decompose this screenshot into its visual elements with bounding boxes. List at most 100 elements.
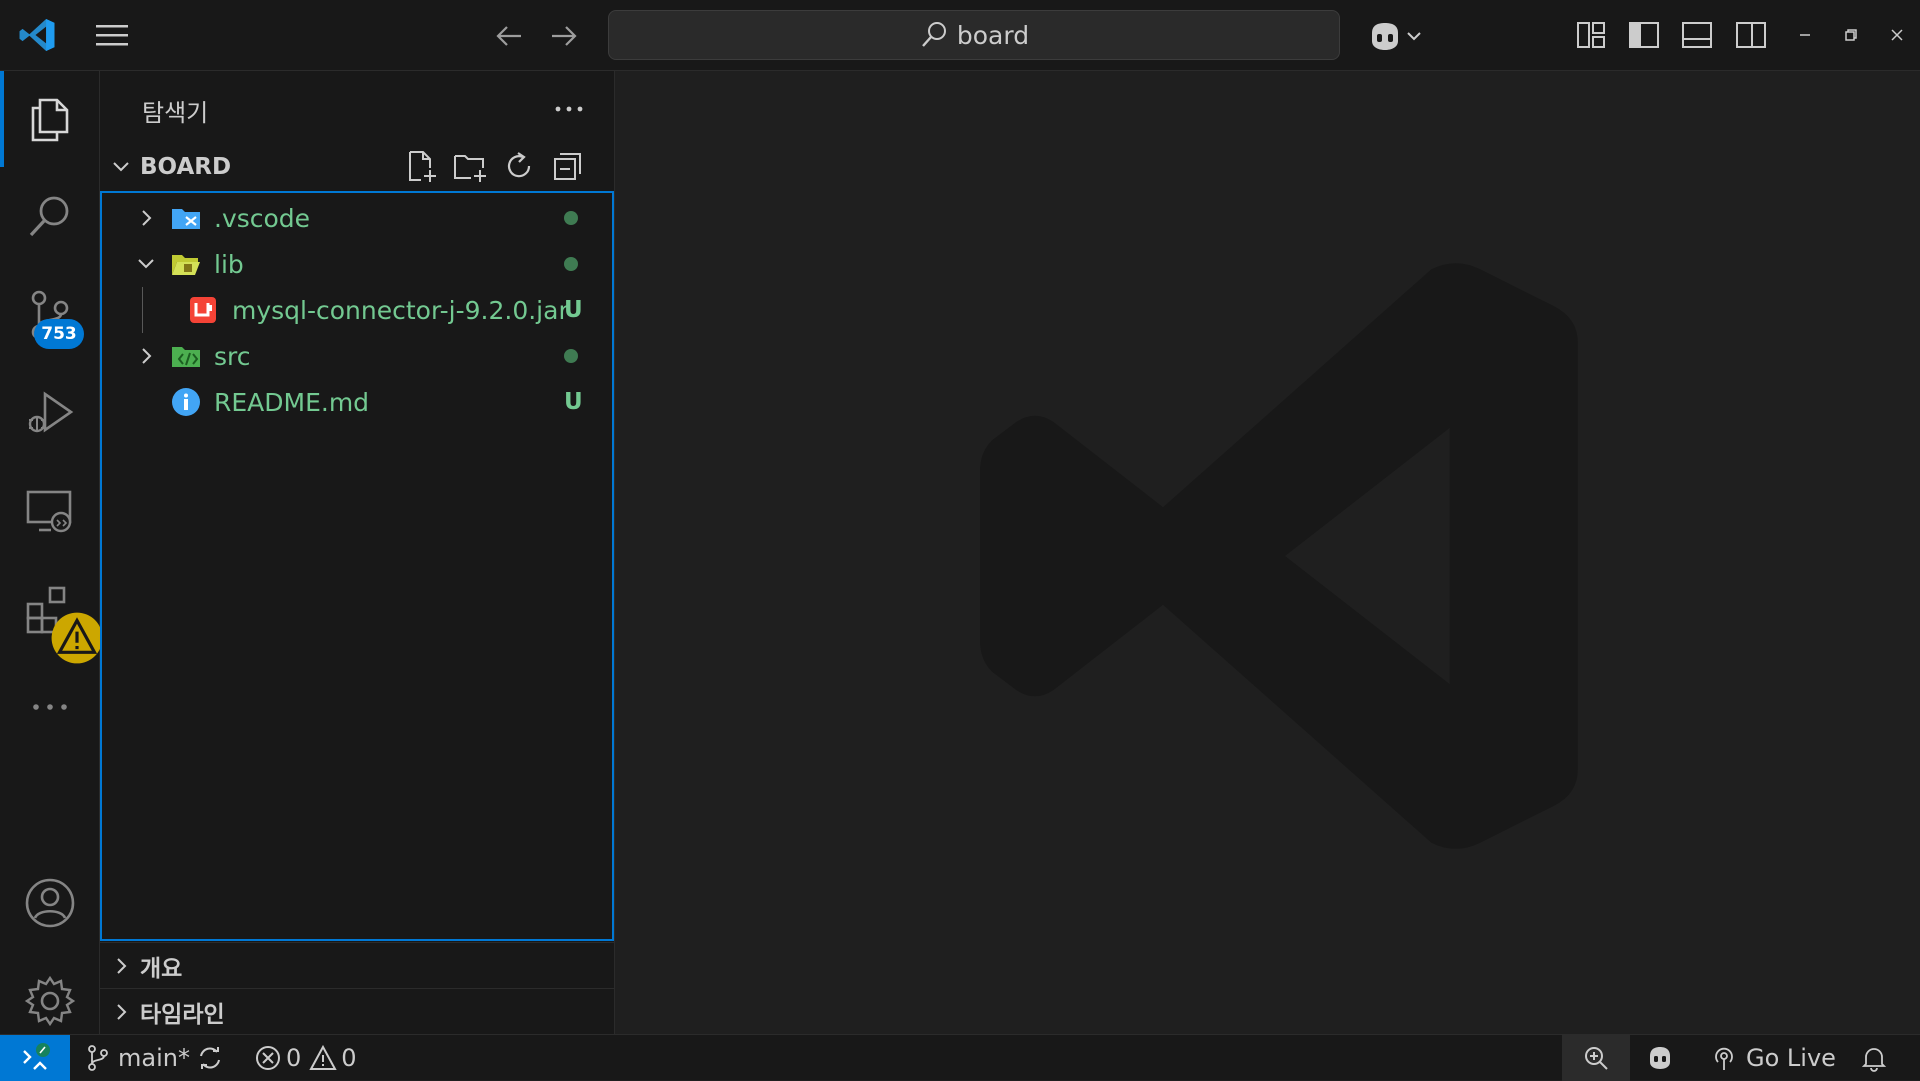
tree-item-label: .vscode — [214, 203, 311, 233]
sync-button[interactable] — [196, 1035, 224, 1081]
search-icon — [921, 22, 946, 47]
bell-icon — [1861, 1048, 1887, 1072]
zoom-button[interactable] — [1562, 1035, 1630, 1081]
collapse-all-icon[interactable] — [550, 148, 586, 184]
ellipsis-icon[interactable] — [552, 97, 586, 121]
vscode-logo-icon — [19, 19, 55, 51]
tree-item-label: lib — [214, 249, 244, 279]
toggle-primary-sidebar-icon[interactable] — [1627, 18, 1661, 52]
section-title: BOARD — [140, 154, 232, 180]
activity-source-control[interactable]: 753 — [0, 267, 100, 363]
new-file-icon[interactable] — [403, 148, 439, 184]
activity-run-debug[interactable] — [0, 365, 100, 461]
remote-indicator-button[interactable] — [0, 1035, 70, 1081]
tree-item-readme[interactable]: README.md U — [102, 379, 612, 425]
status-bar: main* 0 0 Go Live — [0, 1034, 1920, 1081]
section-header-outline[interactable]: 개요 — [100, 942, 615, 988]
notifications-button[interactable] — [1860, 1035, 1888, 1081]
refresh-icon[interactable] — [501, 148, 537, 184]
editor-area — [615, 71, 1920, 1034]
source-control-badge: 753 — [34, 319, 84, 349]
zoom-in-icon — [1585, 1047, 1608, 1070]
warning-icon — [309, 1044, 337, 1070]
tree-item-label: src — [214, 341, 251, 371]
search-text: board — [956, 20, 1030, 50]
tree-item-vscode[interactable]: .vscode — [102, 195, 612, 241]
activity-more[interactable] — [0, 659, 100, 755]
activity-extensions[interactable] — [0, 561, 103, 664]
chevron-right-icon — [142, 348, 152, 364]
chevron-down-icon — [113, 162, 129, 172]
git-branch-icon — [88, 1045, 108, 1071]
title-bar: board — [0, 0, 1920, 71]
restore-icon[interactable] — [1838, 22, 1864, 48]
arrow-left-icon[interactable] — [493, 20, 525, 52]
chevron-down-icon — [1407, 32, 1421, 41]
arrow-right-icon[interactable] — [548, 20, 580, 52]
sidebar-title: 탐색기 — [142, 99, 209, 127]
outline-label: 개요 — [140, 955, 183, 982]
modified-dot — [564, 349, 578, 363]
section-header-timeline[interactable]: 타임라인 — [100, 988, 615, 1034]
activity-bar: 753 — [0, 71, 103, 1034]
remote-explorer-icon — [26, 490, 72, 533]
go-live-button[interactable]: Go Live — [1710, 1035, 1836, 1081]
search-icon — [29, 196, 69, 237]
tree-item-jar[interactable]: mysql-connector-j-9.2.0.jar U — [102, 287, 612, 333]
toggle-secondary-sidebar-icon[interactable] — [1734, 18, 1768, 52]
activity-explorer[interactable] — [0, 71, 100, 167]
section-header-board[interactable]: BOARD — [100, 145, 615, 189]
chevron-down-icon — [138, 259, 154, 269]
copilot-icon — [1650, 1047, 1670, 1069]
src-folder-icon — [172, 347, 200, 367]
tree-item-label: README.md — [214, 387, 370, 417]
error-count: 0 — [286, 1044, 302, 1072]
activity-search[interactable] — [0, 169, 100, 265]
explorer-sidebar: 탐색기 BOARD .vscode lib mysql-connector-j-… — [100, 71, 615, 1034]
chevron-right-icon — [117, 1003, 127, 1020]
copilot-menu-button[interactable] — [1366, 16, 1436, 56]
go-live-label: Go Live — [1746, 1044, 1836, 1072]
file-tree: .vscode lib mysql-connector-j-9.2.0.jar … — [100, 191, 614, 941]
modified-dot — [564, 211, 578, 225]
remote-icon — [23, 1043, 50, 1070]
branch-name: main* — [118, 1044, 190, 1072]
warning-icon — [51, 612, 103, 664]
customize-layout-icon[interactable] — [1574, 18, 1608, 52]
lib-folder-open-icon — [172, 255, 200, 275]
activity-remote-explorer[interactable] — [0, 463, 100, 559]
close-icon[interactable] — [1884, 22, 1910, 48]
untracked-badge: U — [564, 297, 583, 323]
vscode-watermark-icon — [980, 263, 1578, 849]
sync-icon — [200, 1047, 220, 1069]
untracked-badge: U — [564, 389, 583, 415]
copilot-status-button[interactable] — [1646, 1035, 1674, 1081]
chevron-right-icon — [142, 210, 152, 226]
vscode-folder-icon — [172, 209, 200, 229]
timeline-label: 타임라인 — [140, 1001, 225, 1028]
activity-accounts[interactable] — [0, 855, 100, 951]
command-center-search[interactable]: board — [608, 10, 1340, 60]
broadcast-icon — [1715, 1047, 1733, 1070]
toggle-panel-icon[interactable] — [1680, 18, 1714, 52]
tree-item-label: mysql-connector-j-9.2.0.jar — [232, 295, 569, 325]
ellipsis-icon — [33, 704, 67, 710]
tree-item-src[interactable]: src — [102, 333, 612, 379]
hamburger-menu-icon[interactable] — [94, 20, 130, 50]
modified-dot — [564, 257, 578, 271]
new-folder-icon[interactable] — [452, 148, 488, 184]
error-icon — [256, 1046, 280, 1070]
info-icon — [172, 388, 200, 416]
jar-file-icon — [190, 297, 216, 323]
minimize-icon[interactable] — [1792, 22, 1818, 48]
branch-status[interactable]: main* — [84, 1035, 190, 1081]
copilot-icon — [1372, 23, 1398, 50]
gear-icon — [24, 975, 76, 1027]
chevron-right-icon — [117, 957, 127, 974]
account-icon — [25, 878, 75, 928]
run-debug-icon — [28, 391, 74, 433]
tree-item-lib[interactable]: lib — [102, 241, 612, 287]
problems-status[interactable]: 0 0 — [254, 1035, 357, 1081]
warning-count: 0 — [341, 1044, 357, 1072]
files-icon — [31, 98, 69, 142]
